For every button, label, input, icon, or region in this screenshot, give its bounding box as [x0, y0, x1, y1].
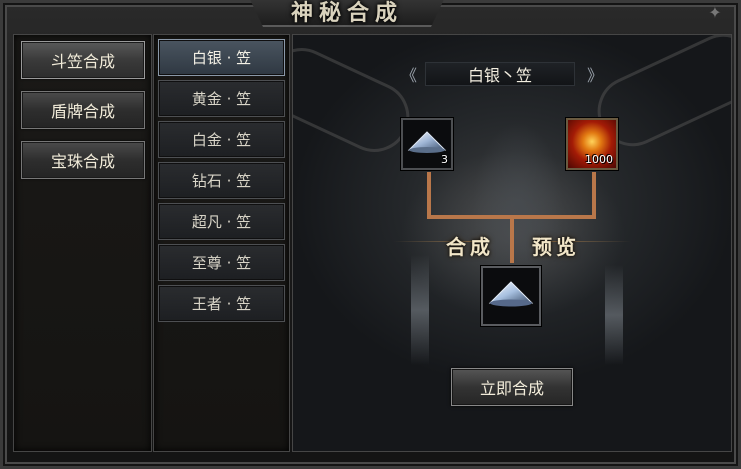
waterfall-decoration [411, 255, 429, 365]
item-diamond-hat[interactable]: 钻石 · 笠 [158, 162, 285, 199]
window-title: 神秘合成 [290, 0, 403, 26]
item-king-hat[interactable]: 王者 · 笠 [158, 285, 285, 322]
item-platinum-hat[interactable]: 白金 · 笠 [158, 121, 285, 158]
next-recipe-arrow-icon[interactable]: 》 [587, 62, 603, 86]
crafting-window: 神秘合成 ✦ 斗笠合成 盾牌合成 宝珠合成 白银 · 笠 黄金 · 笠 白金 ·… [0, 0, 741, 469]
recipe-name-banner: 白银丶笠 [425, 62, 575, 86]
category-panel: 斗笠合成 盾牌合成 宝珠合成 [13, 34, 152, 452]
craft-preview-label: 合成 预览 [393, 231, 633, 259]
craft-label: 合成 [446, 235, 494, 259]
result-preview-slot[interactable] [481, 266, 541, 326]
category-hat-craft-button[interactable]: 斗笠合成 [21, 41, 145, 79]
item-silver-hat[interactable]: 白银 · 笠 [158, 39, 285, 76]
recipe-name: 白银丶笠 [467, 66, 532, 85]
corner-ornament-icon: ✦ [708, 3, 722, 22]
crafting-area: 《 白银丶笠 》 3 1000 合成 预览 立即合成 [292, 34, 732, 452]
craft-now-button[interactable]: 立即合成 [451, 368, 573, 406]
material-slot[interactable]: 3 [401, 118, 453, 170]
item-extraordinary-hat[interactable]: 超凡 · 笠 [158, 203, 285, 240]
window-title-plate: 神秘合成 [247, 0, 447, 27]
connector-line [592, 172, 596, 218]
category-shield-craft-button[interactable]: 盾牌合成 [21, 91, 145, 129]
gold-cost-slot[interactable]: 1000 [566, 118, 618, 170]
silver-hat-icon [488, 281, 534, 307]
gold-count: 1000 [585, 153, 613, 166]
material-count: 3 [441, 153, 448, 166]
waterfall-decoration [605, 265, 623, 365]
preview-label: 预览 [532, 235, 580, 259]
connector-line [427, 172, 431, 218]
item-gold-hat[interactable]: 黄金 · 笠 [158, 80, 285, 117]
item-supreme-hat[interactable]: 至尊 · 笠 [158, 244, 285, 281]
item-list-panel: 白银 · 笠 黄金 · 笠 白金 · 笠 钻石 · 笠 超凡 · 笠 至尊 · … [153, 34, 290, 452]
category-orb-craft-button[interactable]: 宝珠合成 [21, 141, 145, 179]
prev-recipe-arrow-icon[interactable]: 《 [401, 62, 417, 86]
